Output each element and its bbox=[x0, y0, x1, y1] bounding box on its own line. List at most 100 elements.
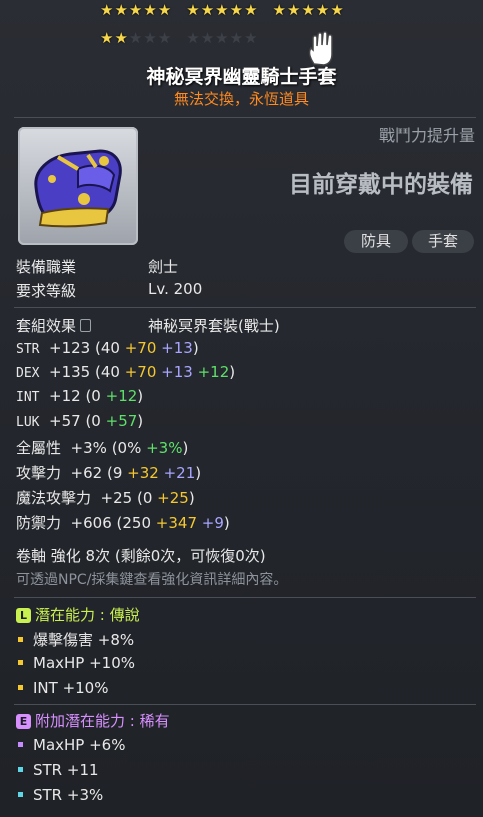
glove-icon bbox=[34, 149, 122, 228]
stat-row: INT +12 (0 +12) bbox=[16, 387, 143, 405]
set-effect-row: 套組效果 神秘冥界套裝(戰士) bbox=[16, 315, 280, 336]
potential-line: MaxHP +10% bbox=[18, 654, 135, 672]
stat-row: LUK +57 (0 +57) bbox=[16, 412, 143, 430]
stat-total: +57 bbox=[39, 412, 86, 430]
potential-line: MaxHP +6% bbox=[18, 736, 125, 754]
stat-part: (0 bbox=[136, 489, 158, 507]
stat-part: (9 bbox=[106, 464, 128, 482]
stat-row: 攻擊力 +62 (9 +32 +21) bbox=[16, 462, 201, 483]
scroll-row: 卷軸 強化 8次 (剩餘0次，可恢復0次) bbox=[16, 547, 266, 565]
scroll-note: 可透過NPC/採集鍵查看強化資訊詳細內容。 bbox=[16, 572, 288, 588]
bullet-icon bbox=[18, 742, 23, 747]
stat-part: +12 bbox=[105, 387, 138, 405]
star-icon: ★ bbox=[215, 1, 230, 19]
stat-part: +13 bbox=[161, 363, 198, 381]
potential-line: 爆擊傷害 +8% bbox=[18, 629, 134, 650]
star-icon: ★ bbox=[186, 1, 201, 19]
star-icon: ★ bbox=[114, 29, 129, 47]
combat-power-label: 戰鬥力提升量 bbox=[378, 126, 475, 145]
potential-line-text: STR +3% bbox=[33, 786, 104, 804]
bullet-icon bbox=[18, 660, 23, 665]
star-icon: ★ bbox=[272, 1, 287, 19]
stat-part: ) bbox=[192, 339, 199, 357]
potential-header: L 潛在能力 : 傳說 bbox=[16, 604, 140, 625]
stat-part: +70 bbox=[124, 339, 162, 357]
set-effect-value: 神秘冥界套裝(戰士) bbox=[148, 317, 280, 335]
stat-part: ) bbox=[188, 489, 195, 507]
item-name: 神秘冥界幽靈騎士手套 bbox=[146, 66, 337, 88]
potential-line-text: MaxHP +10% bbox=[33, 654, 136, 672]
star-icon: ★ bbox=[301, 1, 316, 19]
stat-part: (40 bbox=[95, 363, 125, 381]
stat-total: +135 bbox=[39, 363, 95, 381]
stat-part: +12 bbox=[197, 363, 230, 381]
stat-part: (0 bbox=[85, 412, 106, 430]
stat-part: ) bbox=[195, 464, 202, 482]
potential-line: INT +10% bbox=[18, 679, 108, 697]
lock-icon bbox=[80, 319, 92, 332]
bonus-potential-grade: 稀有 bbox=[139, 712, 170, 730]
stat-part: +347 bbox=[155, 514, 202, 532]
stat-part: +57 bbox=[105, 412, 138, 430]
job-row: 裝備職業 劍士 bbox=[16, 256, 178, 277]
level-label: 要求等級 bbox=[16, 282, 77, 300]
job-value: 劍士 bbox=[148, 258, 179, 276]
potential-line-text: 爆擊傷害 +8% bbox=[33, 631, 135, 649]
stat-row: STR +123 (40 +70 +13) bbox=[16, 339, 199, 357]
stat-part: +70 bbox=[124, 363, 162, 381]
bonus-potential-header: E 附加潛在能力 : 稀有 bbox=[16, 710, 170, 731]
stat-part: +32 bbox=[127, 464, 164, 482]
potential-line: STR +11 bbox=[18, 761, 99, 779]
divider bbox=[14, 704, 476, 705]
star-icon: ★ bbox=[315, 1, 331, 19]
set-effect-label: 套組效果 bbox=[16, 317, 77, 335]
stat-total: +3% bbox=[61, 439, 112, 457]
stat-total: +606 bbox=[61, 514, 117, 532]
item-icon-frame bbox=[18, 127, 138, 245]
stat-total: +123 bbox=[39, 339, 95, 357]
star-icon: ★ bbox=[330, 1, 345, 19]
bonus-potential-label: 附加潛在能力 bbox=[35, 712, 126, 730]
star-icon: ★ bbox=[128, 1, 144, 19]
item-tooltip: ★ ★ ★ ★ ★ ★ ★ ★ ★ ★ ★ ★ ★ ★ ★ ★ ★ ★ ★ ★ ★ ★ ★ ★ ★ 神秘冥界幽靈騎士手套 無法… bbox=[0, 0, 483, 817]
stat-part: +25 bbox=[157, 489, 189, 507]
potential-grade: 傳說 bbox=[109, 606, 140, 624]
category-tag-armor: 防具 bbox=[344, 230, 408, 253]
stat-name: 攻擊力 bbox=[16, 464, 62, 482]
stat-part: (0 bbox=[85, 387, 106, 405]
stat-total: +25 bbox=[91, 489, 137, 507]
stat-part: ) bbox=[223, 514, 230, 532]
bullet-icon bbox=[18, 637, 23, 642]
bullet-icon bbox=[18, 685, 23, 690]
stat-name: INT bbox=[16, 390, 40, 405]
stat-name: 防禦力 bbox=[16, 514, 62, 532]
stat-part: ) bbox=[137, 387, 144, 405]
star-icon: ★ bbox=[114, 1, 129, 19]
star-icon: ★ bbox=[157, 1, 173, 19]
star-icon: ★ bbox=[128, 29, 144, 47]
stat-name: DEX bbox=[16, 366, 40, 381]
equipped-label: 目前穿戴中的裝備 bbox=[289, 172, 473, 198]
stat-row: 全屬性 +3% (0% +3%) bbox=[16, 437, 188, 458]
stat-name: 全屬性 bbox=[16, 439, 62, 457]
stat-part: (40 bbox=[95, 339, 125, 357]
star-icon: ★ bbox=[200, 29, 216, 47]
star-icon: ★ bbox=[229, 1, 245, 19]
stat-row: 魔法攻擊力 +25 (0 +25) bbox=[16, 487, 195, 508]
job-label: 裝備職業 bbox=[16, 258, 77, 276]
potential-line-text: INT +10% bbox=[33, 679, 109, 697]
star-force-row-1: ★ ★ ★ ★ ★ ★ ★ ★ ★ ★ ★ ★ ★ ★ ★ bbox=[100, 1, 345, 19]
potential-line-text: MaxHP +6% bbox=[33, 736, 126, 754]
star-icon: ★ bbox=[244, 29, 259, 47]
star-icon: ★ bbox=[186, 29, 201, 47]
stat-part: +9 bbox=[201, 514, 224, 532]
stat-part: +21 bbox=[163, 464, 196, 482]
category-tag-glove: 手套 bbox=[412, 230, 474, 253]
bullet-icon bbox=[18, 792, 23, 797]
star-icon: ★ bbox=[215, 29, 230, 47]
potential-label: 潛在能力 bbox=[35, 606, 96, 624]
stat-total: +62 bbox=[61, 464, 107, 482]
stat-name: LUK bbox=[16, 415, 40, 430]
divider bbox=[14, 117, 476, 118]
divider bbox=[14, 307, 476, 308]
